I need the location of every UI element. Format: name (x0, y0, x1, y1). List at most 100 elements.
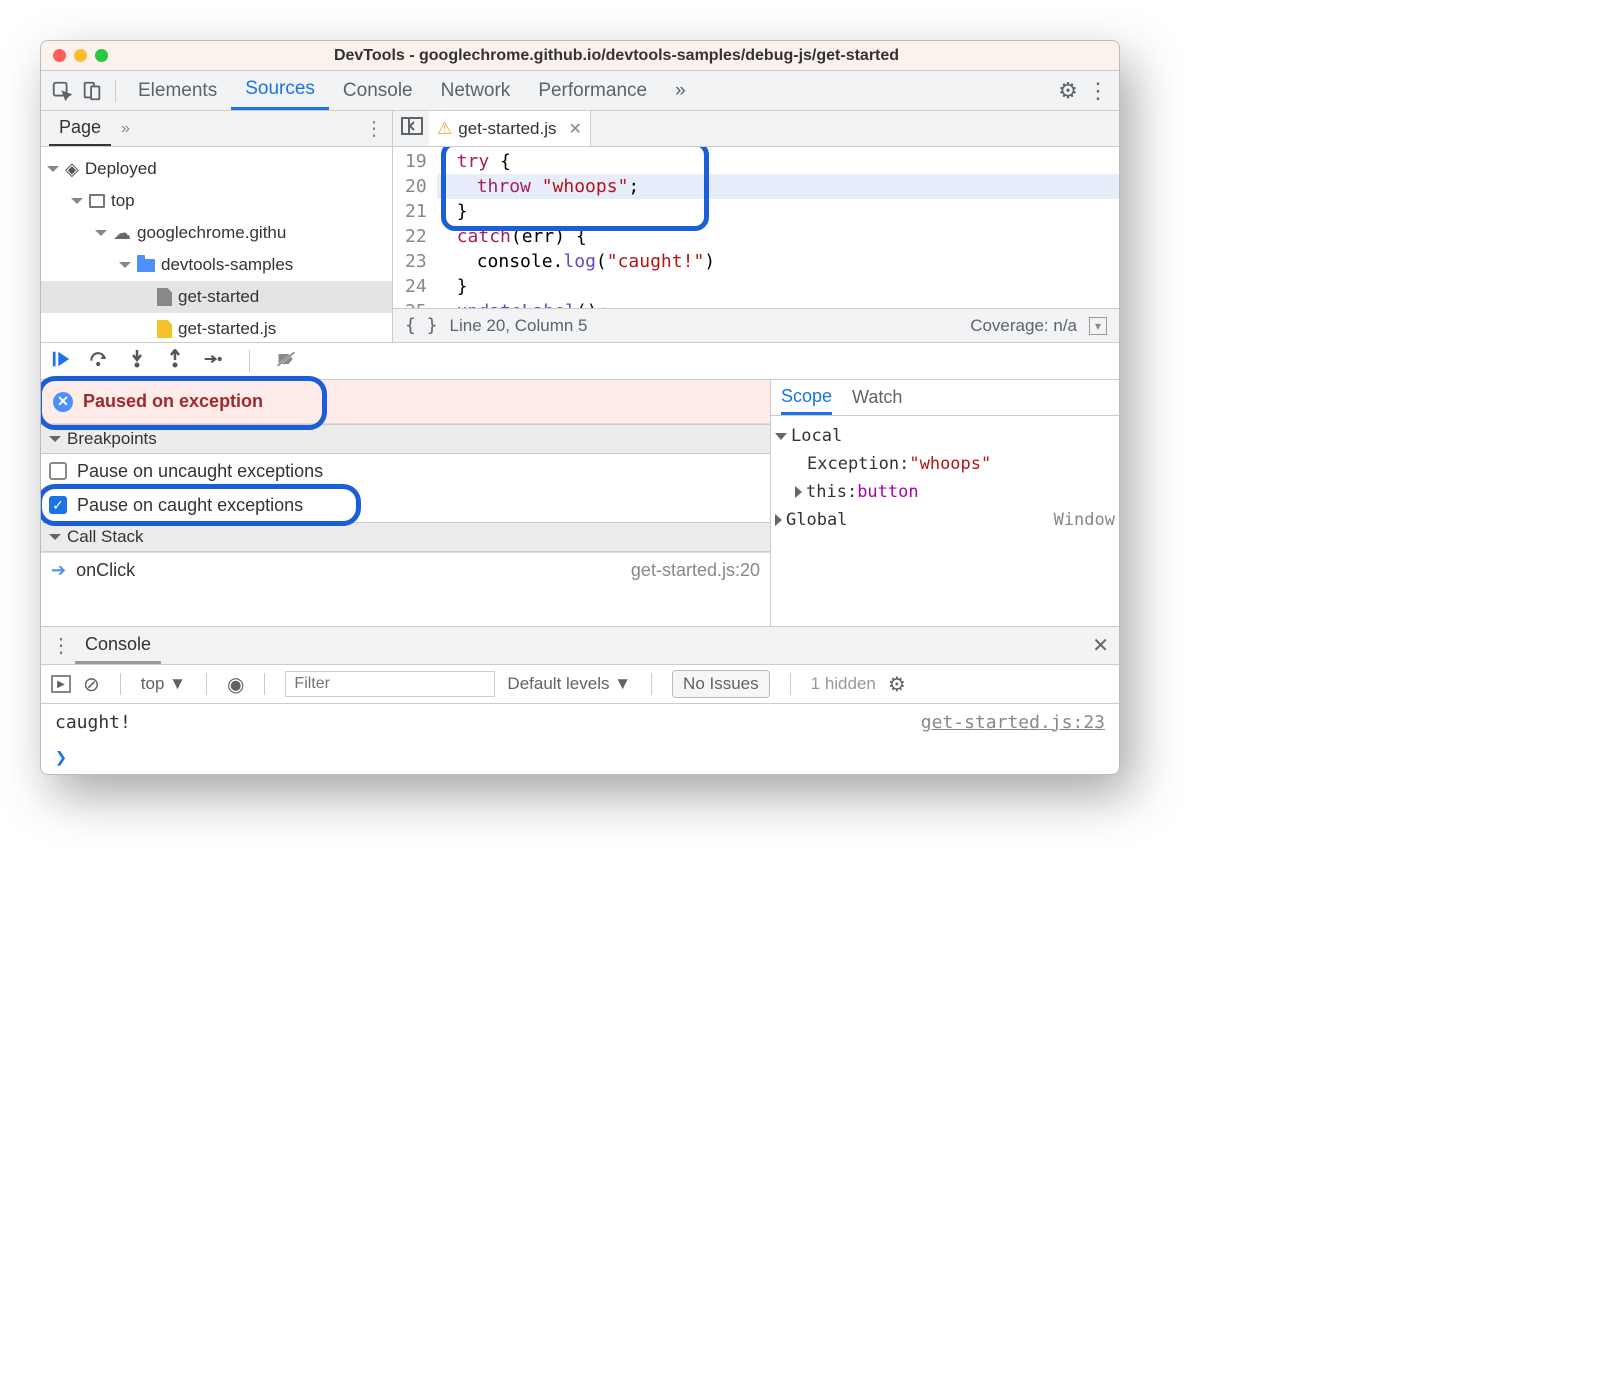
tab-console[interactable]: Console (329, 71, 427, 110)
frame-icon (89, 194, 105, 208)
coverage-dropdown-icon[interactable]: ▾ (1089, 317, 1107, 335)
scope-global[interactable]: Global Window (775, 506, 1115, 534)
console-settings-icon[interactable]: ⚙ (888, 672, 906, 697)
tree-row-top[interactable]: top (41, 185, 392, 217)
code-body[interactable]: 192021 22232425 try { throw "whoops"; } … (393, 147, 1119, 308)
section-callstack[interactable]: Call Stack (41, 522, 770, 552)
filter-input[interactable] (285, 671, 495, 697)
divider (115, 80, 116, 102)
code-editor: 192021 22232425 try { throw "whoops"; } … (393, 147, 1119, 342)
callstack-frame-onclick[interactable]: ➔ onClick get-started.js:20 (41, 552, 770, 588)
cursor-position: Line 20, Column 5 (450, 316, 588, 336)
tab-network[interactable]: Network (427, 71, 525, 110)
pretty-print-icon[interactable]: { } (405, 315, 438, 336)
tree-label: get-started.js (178, 319, 276, 339)
highlight-paused (40, 376, 327, 430)
file-tree: ◈ Deployed top ☁ googlechrome.githu devt… (41, 147, 393, 342)
devtools-window: DevTools - googlechrome.github.io/devtoo… (40, 40, 1120, 775)
console-sidebar-icon[interactable]: ▶ (51, 675, 71, 693)
close-tab-icon[interactable]: ✕ (563, 119, 582, 139)
navigator-tabs: Page » ⋮ (41, 111, 393, 146)
step-over-icon[interactable] (89, 349, 109, 374)
scope-watch-tabs: Scope Watch (771, 380, 1119, 416)
drawer-tabs: ⋮ Console ✕ (41, 626, 1119, 664)
tab-watch[interactable]: Watch (852, 387, 902, 408)
divider (249, 350, 250, 372)
section-label: Call Stack (67, 527, 144, 547)
tree-label: googlechrome.githu (137, 223, 286, 243)
tree-label: Deployed (85, 159, 157, 179)
js-file-icon (157, 320, 172, 338)
coverage-label: Coverage: n/a (970, 316, 1077, 336)
tab-more[interactable]: » (661, 71, 700, 110)
scope-this[interactable]: this: button (775, 478, 1115, 506)
code-lines: try { throw "whoops"; } catch(err) { con… (437, 149, 1119, 308)
hidden-count[interactable]: 1 hidden (811, 674, 876, 694)
context-selector[interactable]: top ▼ (141, 674, 186, 694)
live-expression-icon[interactable]: ◉ (227, 672, 244, 697)
cloud-icon: ☁ (113, 223, 131, 244)
frame-location: get-started.js:20 (631, 560, 760, 581)
tree-label: devtools-samples (161, 255, 293, 275)
tree-row-deployed[interactable]: ◈ Deployed (41, 153, 392, 185)
navigator-kebab-icon[interactable]: ⋮ (364, 116, 384, 141)
close-window-icon[interactable] (53, 49, 66, 62)
kebab-menu-icon[interactable]: ⋮ (1083, 76, 1113, 106)
drawer-close-icon[interactable]: ✕ (1092, 633, 1109, 658)
console-prompt[interactable]: ❯ (41, 740, 1119, 774)
debugger-right-pane: Scope Watch Local Exception: "whoops" th… (771, 380, 1119, 626)
tab-sources[interactable]: Sources (231, 71, 329, 110)
line-gutter: 192021 22232425 (393, 149, 437, 308)
editor-footer: { } Line 20, Column 5 Coverage: n/a ▾ (393, 308, 1119, 342)
tab-performance[interactable]: Performance (524, 71, 661, 110)
traffic-lights (53, 49, 108, 62)
resume-icon[interactable] (51, 349, 71, 374)
tab-scope[interactable]: Scope (781, 380, 832, 415)
debugger-toolbar (41, 342, 1119, 380)
navigator-tab-page[interactable]: Page (49, 111, 111, 146)
settings-icon[interactable]: ⚙ (1053, 76, 1083, 106)
clear-console-icon[interactable]: ⊘ (83, 672, 100, 697)
navigator-more-icon[interactable]: » (111, 120, 130, 138)
log-location[interactable]: get-started.js:23 (921, 712, 1105, 733)
tree-row-folder[interactable]: devtools-samples (41, 249, 392, 281)
tree-label: get-started (178, 287, 259, 307)
minimize-window-icon[interactable] (74, 49, 87, 62)
cube-icon: ◈ (65, 159, 79, 180)
inspect-element-icon[interactable] (47, 76, 77, 106)
scope-local[interactable]: Local (775, 422, 1115, 450)
frame-function: onClick (76, 560, 135, 581)
tree-row-origin[interactable]: ☁ googlechrome.githu (41, 217, 392, 249)
console-log-line[interactable]: caught! get-started.js:23 (41, 704, 1119, 740)
warning-icon: ⚠ (437, 119, 452, 139)
pause-uncaught-row[interactable]: Pause on uncaught exceptions (41, 454, 770, 488)
console-toolbar: ▶ ⊘ top ▼ ◉ Default levels ▼ No Issues 1… (41, 664, 1119, 704)
folder-icon (137, 259, 155, 272)
log-levels-selector[interactable]: Default levels ▼ (507, 674, 631, 694)
checkbox-uncaught[interactable] (49, 462, 67, 480)
deactivate-breakpoints-icon[interactable] (276, 349, 296, 374)
tree-label: top (111, 191, 135, 211)
no-issues-button[interactable]: No Issues (672, 670, 770, 698)
sources-main: ◈ Deployed top ☁ googlechrome.githu devt… (41, 147, 1119, 342)
tab-elements[interactable]: Elements (124, 71, 231, 110)
device-toggle-icon[interactable] (77, 76, 107, 106)
toggle-sidebar-icon[interactable] (401, 117, 423, 140)
window-title: DevTools - googlechrome.github.io/devtoo… (126, 47, 1107, 65)
step-out-icon[interactable] (165, 349, 185, 374)
drawer-tab-console[interactable]: Console (75, 627, 161, 664)
tree-row-get-started[interactable]: get-started (41, 281, 392, 313)
file-icon (157, 288, 172, 306)
pause-caught-row[interactable]: ✓ Pause on caught exceptions (41, 488, 770, 522)
zoom-window-icon[interactable] (95, 49, 108, 62)
scope-exception[interactable]: Exception: "whoops" (775, 450, 1115, 478)
checkbox-label: Pause on uncaught exceptions (77, 461, 323, 482)
step-into-icon[interactable] (127, 349, 147, 374)
tree-row-get-started-js[interactable]: get-started.js (41, 313, 392, 342)
panel-tabs: Elements Sources Console Network Perform… (41, 71, 1119, 111)
file-tab-get-started-js[interactable]: ⚠ get-started.js ✕ (429, 111, 591, 146)
step-icon[interactable] (203, 349, 223, 374)
drawer-kebab-icon[interactable]: ⋮ (51, 633, 71, 658)
debugger-left-pane: ✕ Paused on exception Breakpoints Pause … (41, 380, 771, 626)
file-tab-label: get-started.js (458, 119, 556, 139)
